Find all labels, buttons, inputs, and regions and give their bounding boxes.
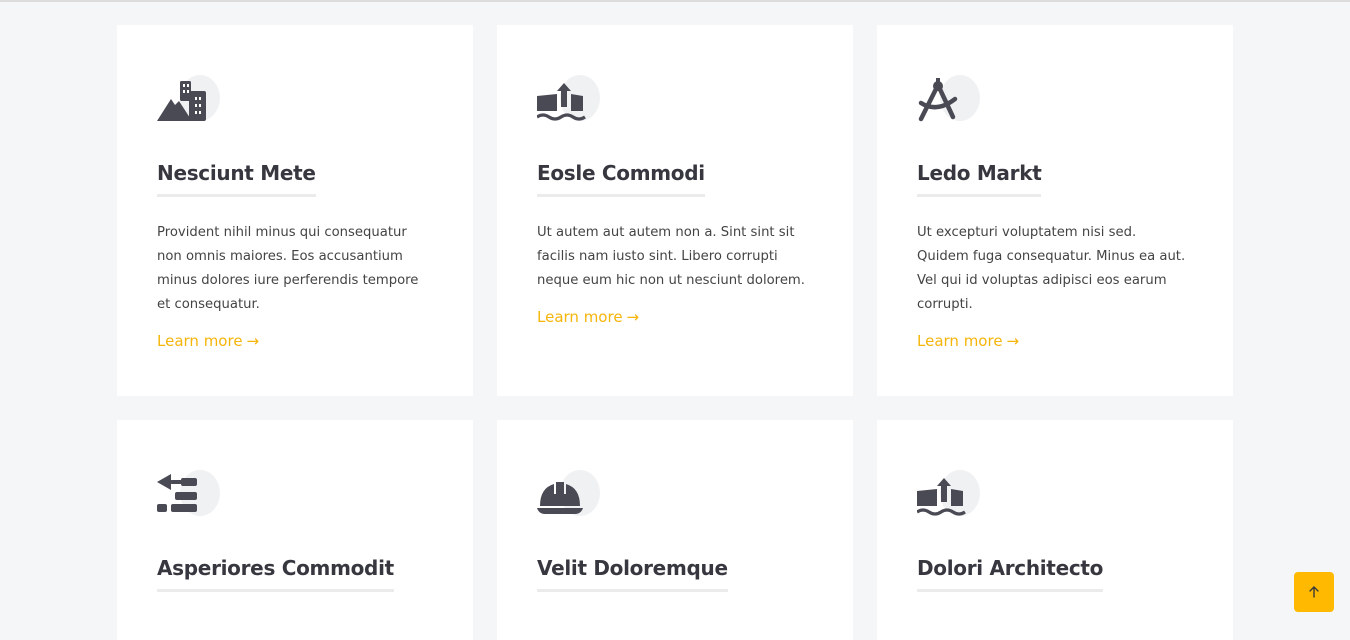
arrow-right-icon: → [246, 332, 260, 350]
scroll-top-button[interactable] [1294, 572, 1334, 612]
service-description: Provident nihil minus qui consequatur no… [157, 225, 419, 312]
top-border [0, 0, 1350, 2]
mountain-city-icon [157, 81, 206, 121]
service-card: Dolori Architecto [877, 420, 1233, 640]
service-card: Eosle Commodi Ut autem aut autem non a. … [497, 25, 853, 396]
service-card: Velit Doloremque [497, 420, 853, 640]
learn-more-label: Learn more [917, 332, 1003, 350]
arrow-right-icon: → [626, 308, 640, 326]
service-description: Ut excepturi voluptatem nisi sed. Quidem… [917, 225, 1186, 312]
learn-more-label: Learn more [537, 308, 623, 326]
service-title: Eosle Commodi [537, 161, 705, 197]
arrow-up-icon [1309, 586, 1319, 598]
service-card: Nesciunt Mete Provident nihil minus qui … [117, 25, 473, 396]
service-icon-wrap [157, 470, 221, 518]
service-title: Asperiores Commodit [157, 556, 394, 592]
trowel-bricks-icon [157, 474, 197, 512]
service-icon-wrap [917, 75, 981, 123]
service-title: Velit Doloremque [537, 556, 728, 592]
learn-more-link[interactable]: Learn more → [537, 308, 639, 326]
service-card: Ledo Markt Ut excepturi voluptatem nisi … [877, 25, 1233, 396]
learn-more-link[interactable]: Learn more → [917, 332, 1019, 350]
service-title: Ledo Markt [917, 161, 1042, 197]
arrow-up-from-ground-water-icon [537, 83, 586, 121]
service-description: Ut autem aut autem non a. Sint sint sit … [537, 225, 805, 288]
arrow-up-from-ground-water-icon [917, 478, 966, 516]
service-icon-wrap [157, 75, 221, 123]
compass-drafting-icon [918, 78, 958, 122]
service-icon-wrap [537, 470, 601, 518]
learn-more-label: Learn more [157, 332, 243, 350]
helmet-safety-icon [537, 482, 583, 514]
service-icon-wrap [917, 470, 981, 518]
service-title: Dolori Architecto [917, 556, 1103, 592]
service-title: Nesciunt Mete [157, 161, 316, 197]
service-card: Asperiores Commodit [117, 420, 473, 640]
learn-more-link[interactable]: Learn more → [157, 332, 259, 350]
arrow-right-icon: → [1006, 332, 1020, 350]
service-icon-wrap [537, 75, 601, 123]
